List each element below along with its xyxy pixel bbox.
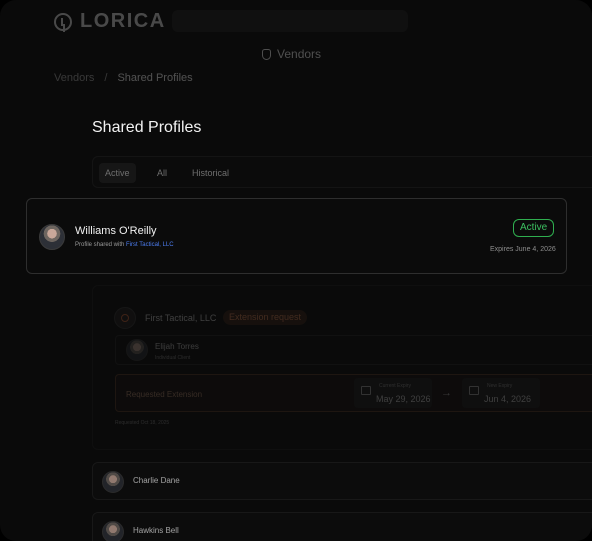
requested-extension-label: Requested Extension bbox=[126, 390, 203, 399]
list-item-name: Charlie Dane bbox=[133, 476, 180, 485]
shared-with-link[interactable]: First Tactical, LLC bbox=[126, 242, 174, 248]
status-badge: Active bbox=[513, 219, 555, 237]
brand-logo[interactable]: LORICA bbox=[54, 10, 166, 33]
profile-shared-with: Profile shared with First Tactical, LLC bbox=[75, 242, 174, 248]
person-role: Individual Client bbox=[155, 355, 191, 361]
breadcrumb-separator: / bbox=[104, 72, 108, 84]
requesting-person[interactable]: Elijah Torres Individual Client bbox=[115, 335, 592, 365]
current-expiry-label: Current Expiry bbox=[379, 383, 411, 389]
nav-vendors[interactable]: Vendors bbox=[262, 47, 321, 61]
person-name: Elijah Torres bbox=[155, 342, 199, 351]
shared-with-prefix: Profile shared with bbox=[75, 242, 125, 248]
breadcrumb-item-current: Shared Profiles bbox=[117, 72, 193, 84]
calendar-icon bbox=[469, 386, 479, 395]
avatar bbox=[39, 224, 65, 250]
breadcrumb: Vendors / Shared Profiles bbox=[54, 72, 193, 84]
new-expiry-date: Jun 4, 2026 bbox=[484, 394, 532, 404]
filter-tabs: Active All Historical bbox=[92, 156, 592, 188]
current-expiry-box: Current Expiry May 29, 2026 bbox=[354, 378, 432, 408]
new-expiry-label: New Expiry bbox=[487, 383, 513, 389]
arrow-right-icon: → bbox=[441, 387, 452, 399]
breadcrumb-item-vendors[interactable]: Vendors bbox=[54, 72, 94, 84]
profile-name: Williams O'Reilly bbox=[75, 225, 157, 237]
page-title: Shared Profiles bbox=[92, 119, 202, 136]
extension-request-badge: Extension request bbox=[223, 310, 308, 325]
current-expiry-date: May 29, 2026 bbox=[376, 394, 431, 404]
avatar bbox=[126, 339, 148, 361]
expiry-date: Expires June 4, 2026 bbox=[490, 246, 556, 253]
requested-extension-panel: Requested Extension Current Expiry May 2… bbox=[115, 374, 592, 412]
list-item[interactable]: Hawkins Bell bbox=[92, 512, 592, 541]
new-expiry-box: New Expiry Jun 4, 2026 bbox=[462, 378, 540, 408]
brand-name: LORICA bbox=[80, 10, 166, 32]
tab-historical[interactable]: Historical bbox=[192, 163, 229, 183]
avatar bbox=[102, 521, 124, 541]
app-window: LORICA Vendors Vendors / Shared Profiles… bbox=[0, 0, 592, 541]
tab-active[interactable]: Active bbox=[99, 163, 136, 183]
vendor-logo-icon bbox=[114, 307, 136, 329]
extension-request-card: First Tactical, LLC Extension request El… bbox=[92, 285, 592, 450]
requested-date: Requested Oct 18, 2025 bbox=[115, 420, 170, 426]
logo-icon bbox=[54, 12, 72, 31]
vendor-name: First Tactical, LLC bbox=[145, 313, 217, 323]
selected-profile-card[interactable]: Williams O'Reilly Profile shared with Fi… bbox=[26, 198, 567, 274]
tab-all[interactable]: All bbox=[157, 163, 167, 183]
shield-icon bbox=[262, 48, 271, 60]
top-bar: LORICA bbox=[0, 0, 592, 44]
list-item[interactable]: Charlie Dane bbox=[92, 462, 592, 500]
top-search-bar[interactable] bbox=[172, 10, 408, 32]
avatar bbox=[102, 471, 124, 493]
list-item-name: Hawkins Bell bbox=[133, 526, 179, 535]
nav-vendors-label: Vendors bbox=[277, 47, 322, 61]
calendar-icon bbox=[361, 386, 371, 395]
